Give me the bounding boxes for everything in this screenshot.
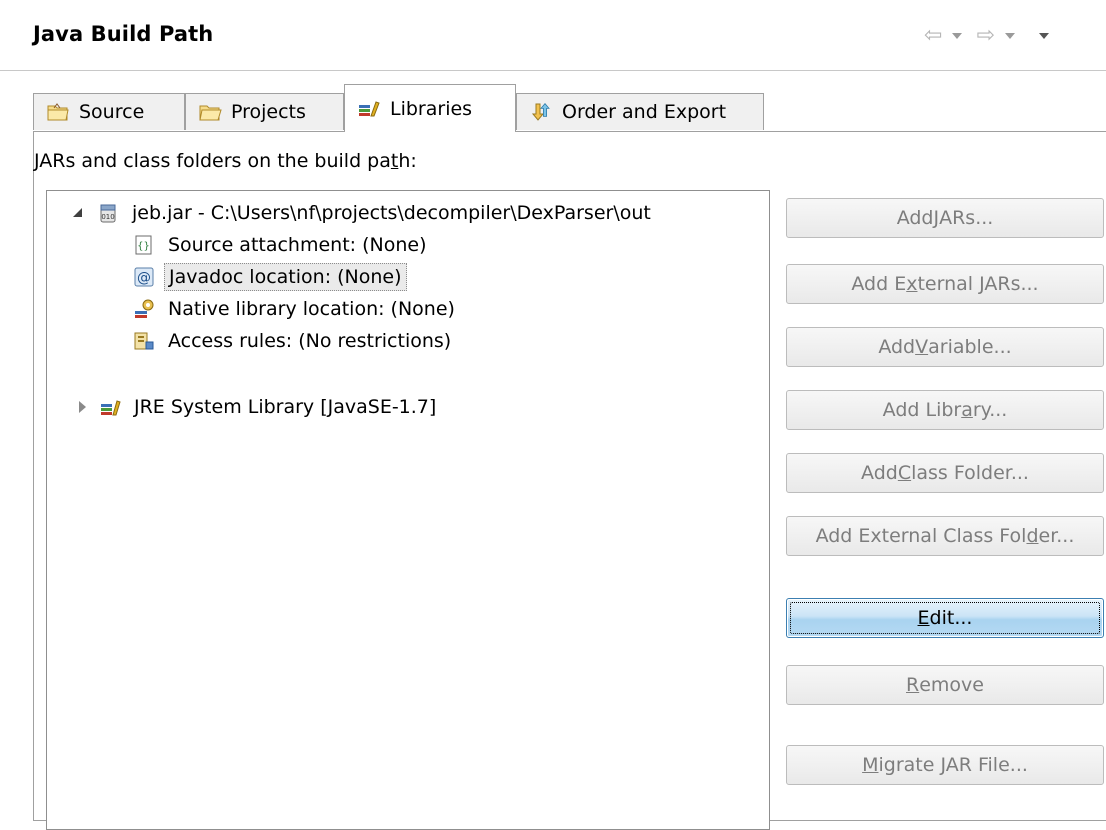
svg-text:@: @ bbox=[137, 270, 151, 286]
back-history-dropdown-icon[interactable] bbox=[952, 33, 963, 39]
view-menu-icon[interactable] bbox=[1038, 33, 1049, 39]
order-export-icon bbox=[529, 102, 553, 122]
tree-item-jeb-jar[interactable]: 010 jeb.jar - C:\Users\nf\projects\decom… bbox=[73, 197, 655, 229]
tab-projects[interactable]: Projects bbox=[185, 93, 344, 130]
forward-arrow-icon[interactable]: ⇨ bbox=[976, 25, 994, 47]
tab-source[interactable]: Source bbox=[33, 93, 185, 130]
library-icon bbox=[99, 396, 121, 418]
edit-button[interactable]: Edit... bbox=[786, 598, 1104, 638]
svg-text:{}: {} bbox=[137, 241, 150, 252]
build-path-label: JARs and class folders on the build path… bbox=[34, 150, 417, 172]
collapse-toggle-icon[interactable] bbox=[77, 401, 89, 413]
migrate-jar-file-button[interactable]: Migrate JAR File... bbox=[786, 745, 1104, 785]
add-class-folder-button[interactable]: Add Class Folder... bbox=[786, 453, 1104, 493]
tree-item-source-attachment[interactable]: {} Source attachment: (None) bbox=[133, 229, 431, 261]
add-external-class-folder-button[interactable]: Add External Class Fol d er... bbox=[786, 516, 1104, 556]
svg-text:010: 010 bbox=[101, 213, 114, 221]
add-external-jars-button[interactable]: Add Ex ternal JARs... bbox=[786, 264, 1104, 304]
tab-order-and-export[interactable]: Order and Export bbox=[516, 93, 764, 130]
source-attachment-icon: {} bbox=[133, 234, 155, 256]
add-variable-button[interactable]: Add Variable... bbox=[786, 327, 1104, 367]
build-path-tree[interactable]: 010 jeb.jar - C:\Users\nf\projects\decom… bbox=[46, 190, 770, 830]
expand-toggle-icon[interactable] bbox=[73, 207, 85, 219]
title-separator bbox=[0, 70, 1106, 71]
native-library-icon bbox=[133, 298, 155, 320]
tree-item-access-rules[interactable]: Access rules: (No restrictions) bbox=[133, 325, 455, 357]
page-title: Java Build Path bbox=[33, 22, 214, 46]
javadoc-icon: @ bbox=[133, 266, 155, 288]
source-folder-icon bbox=[46, 102, 70, 122]
access-rules-icon bbox=[133, 330, 155, 352]
history-nav: ⇦ ⇨ bbox=[924, 24, 1049, 48]
libraries-icon bbox=[357, 99, 381, 119]
projects-folder-icon bbox=[198, 102, 222, 122]
add-library-button[interactable]: Add Libr a ry... bbox=[786, 390, 1104, 430]
tree-item-javadoc-location[interactable]: @ Javadoc location: (None) bbox=[133, 261, 407, 293]
add-jars-button[interactable]: Add J ARs... bbox=[786, 198, 1104, 238]
remove-button[interactable]: Remove bbox=[786, 665, 1104, 705]
tab-libraries[interactable]: Libraries bbox=[344, 84, 516, 132]
forward-history-dropdown-icon[interactable] bbox=[1004, 33, 1015, 39]
jar-icon: 010 bbox=[97, 202, 119, 224]
back-arrow-icon[interactable]: ⇦ bbox=[924, 25, 942, 47]
tree-item-jre-system-library[interactable]: JRE System Library [JavaSE-1.7] bbox=[77, 391, 440, 423]
tree-item-native-library-location[interactable]: Native library location: (None) bbox=[133, 293, 459, 325]
